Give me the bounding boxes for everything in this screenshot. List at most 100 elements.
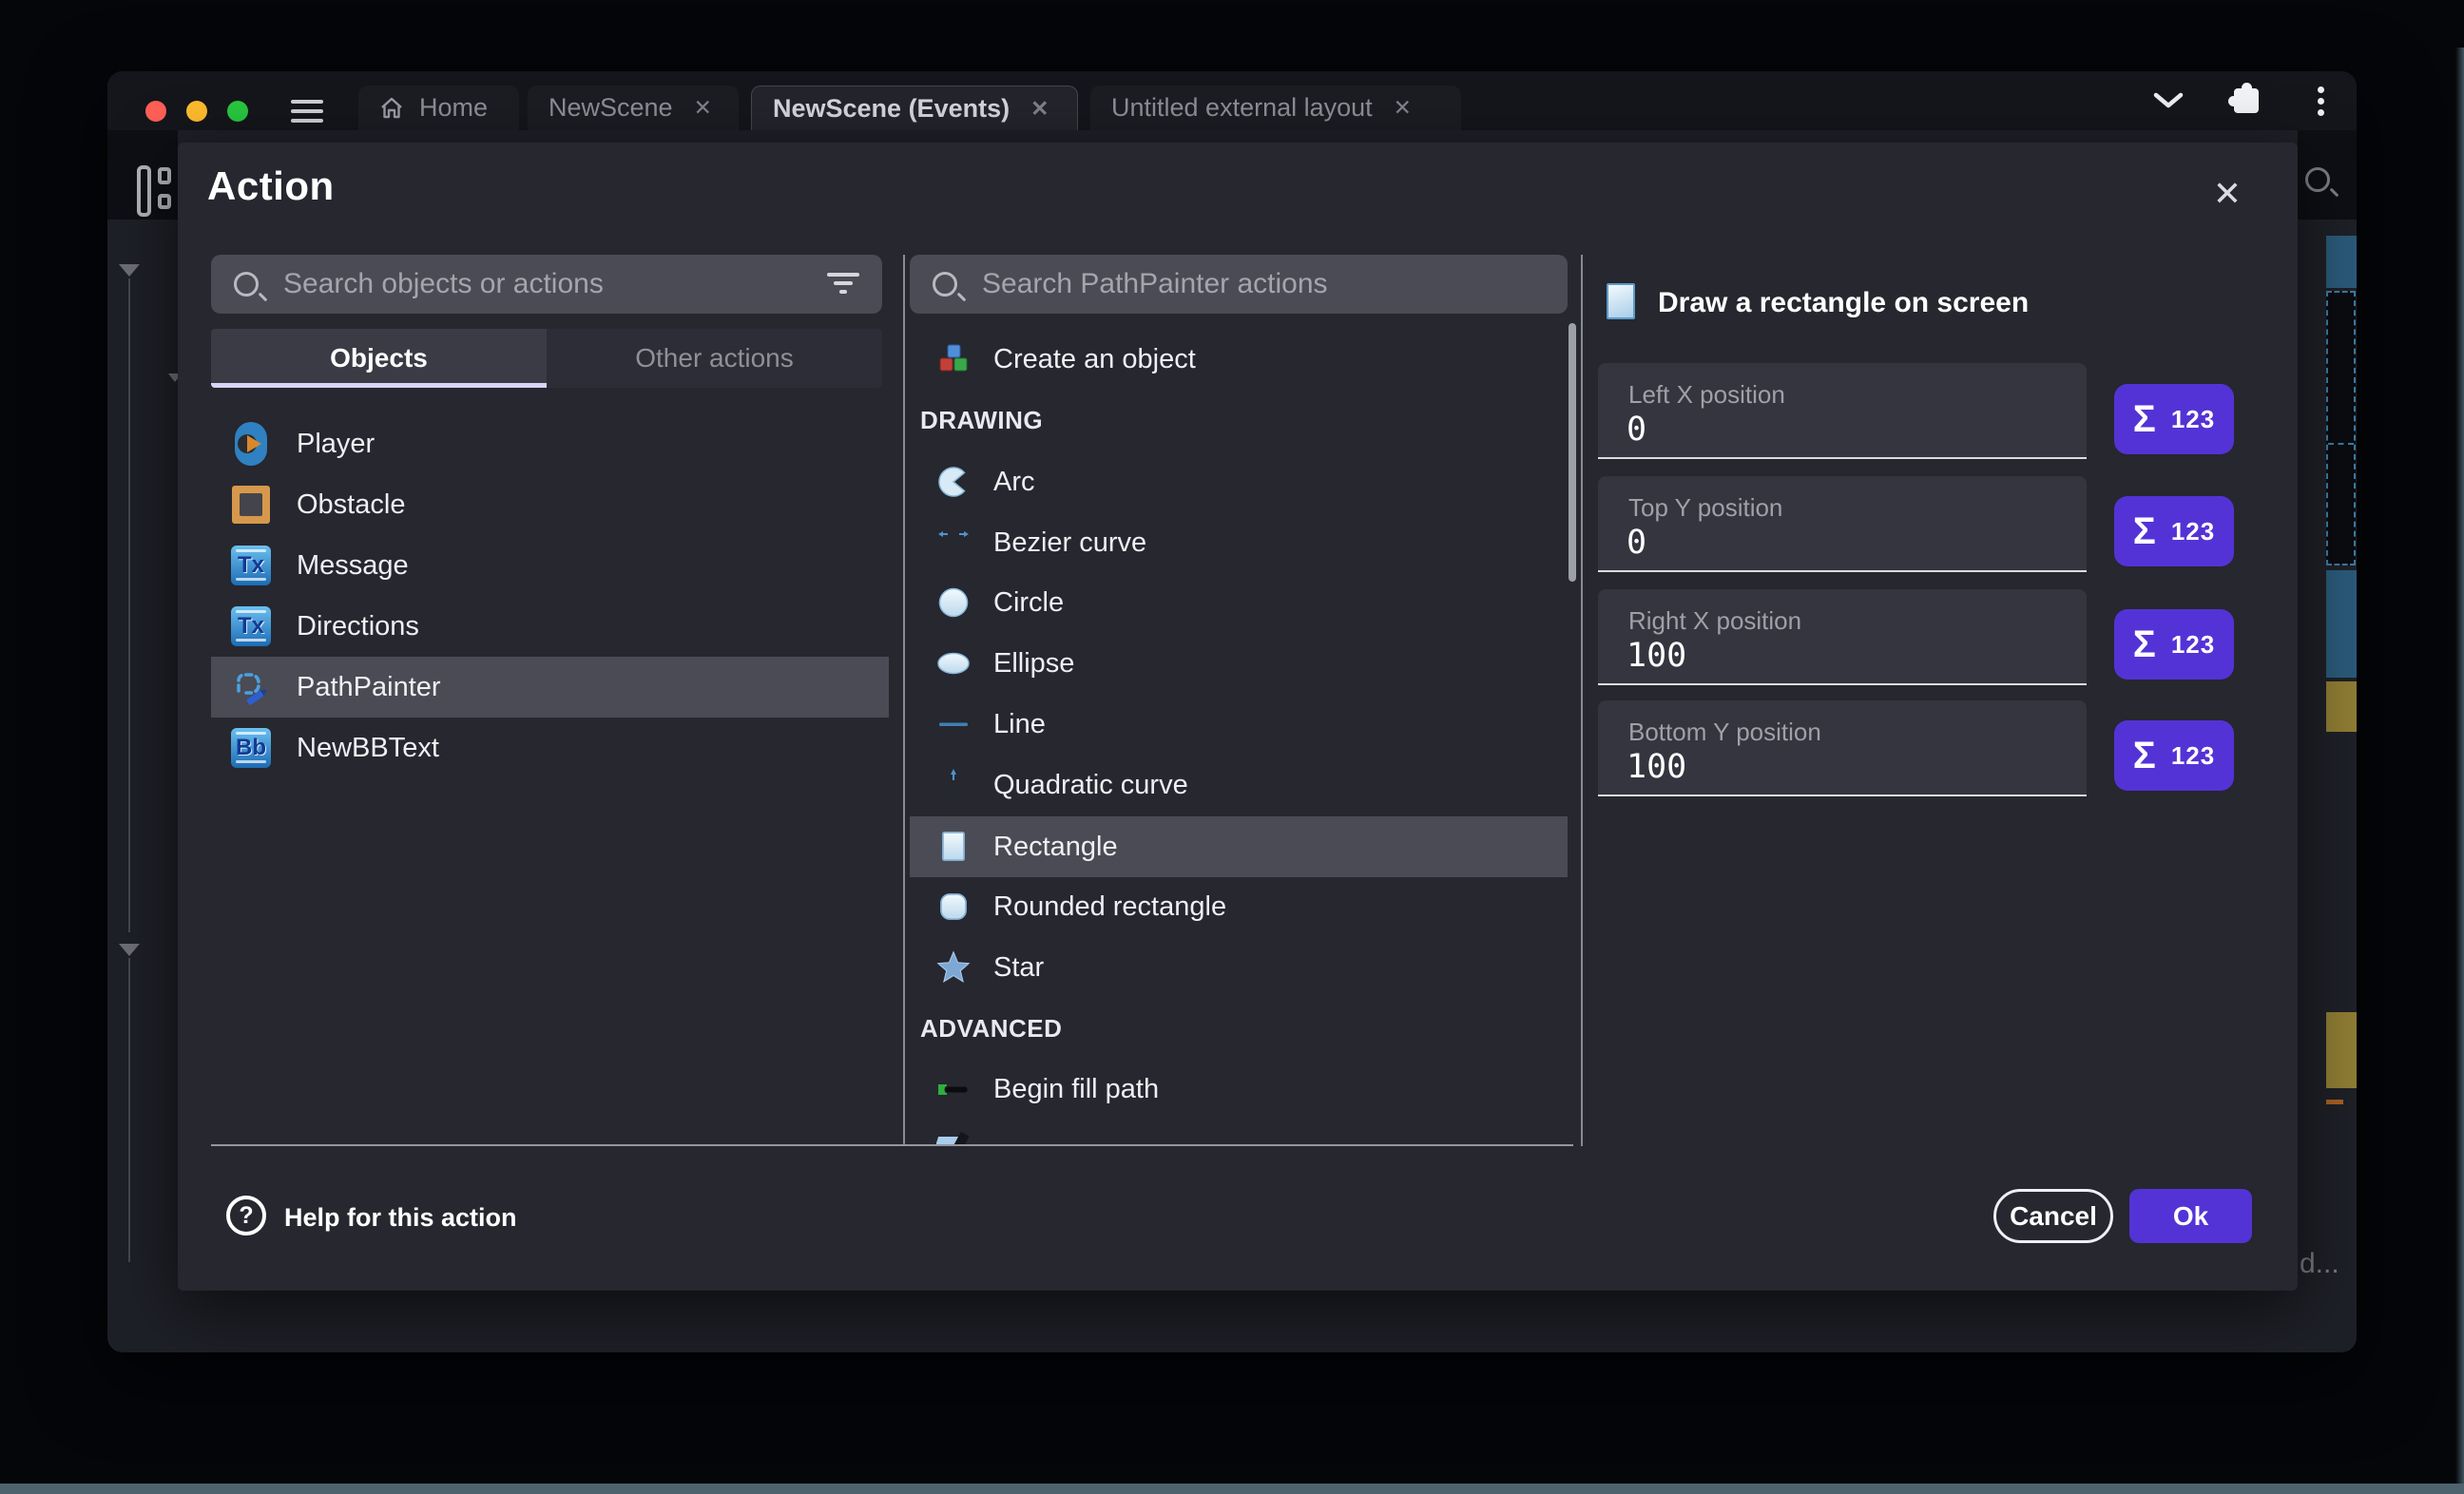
search-objects-input[interactable] (281, 267, 804, 301)
action-row-arc[interactable]: Arc (910, 451, 1568, 512)
help-icon[interactable]: ? (226, 1196, 266, 1235)
event-link-fragment (2326, 1100, 2343, 1104)
event-tree-guide (128, 958, 130, 1262)
tab-label: NewScene (549, 93, 673, 123)
filter-icon[interactable] (827, 273, 859, 296)
object-row-message[interactable]: Tx Message (211, 535, 889, 596)
search-icon (933, 272, 957, 297)
search-objects-box (211, 255, 882, 314)
sigma-icon: Σ (2133, 400, 2156, 438)
events-search-icon[interactable] (2305, 167, 2330, 192)
actions-scrollbar-thumb[interactable] (1569, 323, 1576, 582)
action-row-rounded-rectangle[interactable]: Rounded rectangle (910, 876, 1568, 937)
quadratic-curve-icon (936, 768, 971, 802)
sigma-icon: Σ (2133, 512, 2156, 550)
action-label: Begin fill path (993, 1074, 1159, 1105)
search-icon (234, 272, 259, 297)
object-label: PathPainter (297, 672, 441, 703)
field-left-x-position[interactable]: Left X position 0 (1598, 363, 2087, 459)
object-label: Player (297, 429, 375, 460)
kebab-menu-icon[interactable] (2301, 71, 2339, 130)
object-label: NewBBText (297, 733, 439, 764)
field-top-y-position[interactable]: Top Y position 0 (1598, 476, 2087, 572)
action-label: Bezier curve (993, 527, 1146, 559)
expression-builder-button[interactable]: Σ 123 (2114, 384, 2234, 454)
chevron-down-icon[interactable] (2147, 71, 2189, 130)
tab-close-icon[interactable]: ✕ (1394, 95, 1412, 121)
text-object-icon: Tx (230, 603, 272, 649)
ok-button[interactable]: Ok (2129, 1189, 2252, 1243)
action-row-quadratic-curve[interactable]: Quadratic curve (910, 755, 1568, 815)
section-header-drawing: DRAWING (920, 406, 1043, 434)
app-window: Home NewScene ✕ NewScene (Events) ✕ Unti… (107, 71, 2357, 1352)
numbers-badge: 123 (2171, 630, 2215, 660)
help-link[interactable]: Help for this action (284, 1203, 517, 1233)
tab-newscene-events[interactable]: NewScene (Events) ✕ (751, 86, 1078, 130)
tab-close-icon[interactable]: ✕ (694, 95, 712, 121)
field-value[interactable]: 0 (1627, 411, 1646, 449)
field-value[interactable]: 100 (1627, 748, 1686, 786)
zoom-window-button[interactable] (227, 101, 248, 122)
rounded-rectangle-icon (936, 890, 971, 924)
field-label: Left X position (1628, 380, 1785, 410)
action-row-rectangle[interactable]: Rectangle (910, 816, 1568, 877)
tab-label: Untitled external layout (1111, 93, 1373, 123)
object-row-player[interactable]: Player (211, 413, 889, 474)
event-drop-target (2326, 291, 2356, 565)
close-dialog-icon[interactable]: ✕ (2204, 171, 2250, 217)
action-row-ellipse[interactable]: Ellipse (910, 633, 1568, 694)
extensions-puzzle-icon[interactable] (2225, 71, 2267, 130)
expression-builder-button[interactable]: Σ 123 (2114, 496, 2234, 566)
home-icon (379, 96, 404, 121)
object-row-directions[interactable]: Tx Directions (211, 596, 889, 657)
event-action-block (2326, 681, 2357, 732)
action-label: Create an object (993, 344, 1196, 375)
search-actions-box (910, 255, 1568, 314)
tab-newscene[interactable]: NewScene ✕ (528, 86, 739, 130)
search-actions-input[interactable] (980, 267, 1545, 301)
action-row-begin-fill-path[interactable]: Begin fill path (910, 1059, 1568, 1120)
object-row-newbbtext[interactable]: Bb NewBBText (211, 718, 889, 778)
cancel-button[interactable]: Cancel (1993, 1189, 2113, 1243)
action-row-circle[interactable]: Circle (910, 572, 1568, 633)
obstacle-object-icon (230, 482, 272, 527)
pathpainter-object-icon (230, 664, 272, 710)
titlebar: Home NewScene ✕ NewScene (Events) ✕ Unti… (107, 71, 2357, 130)
circle-icon (936, 585, 971, 620)
tab-untitled-external-layout[interactable]: Untitled external layout ✕ (1090, 86, 1461, 130)
tab-home[interactable]: Home (358, 86, 519, 130)
tab-other-actions[interactable]: Other actions (547, 329, 882, 388)
action-label: Rectangle (993, 832, 1118, 863)
action-row-bezier-curve[interactable]: Bezier curve (910, 512, 1568, 573)
numbers-badge: 123 (2171, 405, 2215, 434)
object-row-obstacle[interactable]: Obstacle (211, 474, 889, 535)
clipped-event-text: d... (2300, 1248, 2339, 1280)
field-label: Right X position (1628, 606, 1801, 636)
close-window-button[interactable] (145, 101, 166, 122)
field-bottom-y-position[interactable]: Bottom Y position 100 (1598, 700, 2087, 796)
expression-builder-button[interactable]: Σ 123 (2114, 609, 2234, 680)
minimize-window-button[interactable] (186, 101, 207, 122)
event-collapse-arrow[interactable] (119, 944, 140, 956)
arc-icon (936, 465, 971, 499)
action-row-star[interactable]: Star (910, 937, 1568, 998)
event-collapse-arrow[interactable] (119, 264, 140, 277)
expression-builder-button[interactable]: Σ 123 (2114, 720, 2234, 791)
object-row-pathpainter[interactable]: PathPainter (211, 657, 889, 718)
tab-objects[interactable]: Objects (211, 329, 547, 388)
event-action-block (2326, 1012, 2357, 1088)
action-row-line[interactable]: Line (910, 694, 1568, 755)
field-value[interactable]: 100 (1627, 637, 1686, 675)
field-value[interactable]: 0 (1627, 524, 1646, 562)
toggle-panels-icon[interactable] (137, 165, 171, 217)
begin-fill-path-icon (936, 1072, 971, 1106)
action-label: Ellipse (993, 648, 1074, 680)
action-label: Circle (993, 587, 1064, 619)
field-right-x-position[interactable]: Right X position 100 (1598, 589, 2087, 685)
clipped-action-row-icon (936, 1120, 978, 1144)
action-dialog: Action ✕ Objects Other actions Player (178, 143, 2298, 1291)
main-menu-icon[interactable] (291, 100, 323, 123)
tab-close-icon[interactable]: ✕ (1030, 96, 1049, 122)
numbers-badge: 123 (2171, 741, 2215, 771)
action-row-create-object[interactable]: Create an object (910, 329, 1568, 390)
